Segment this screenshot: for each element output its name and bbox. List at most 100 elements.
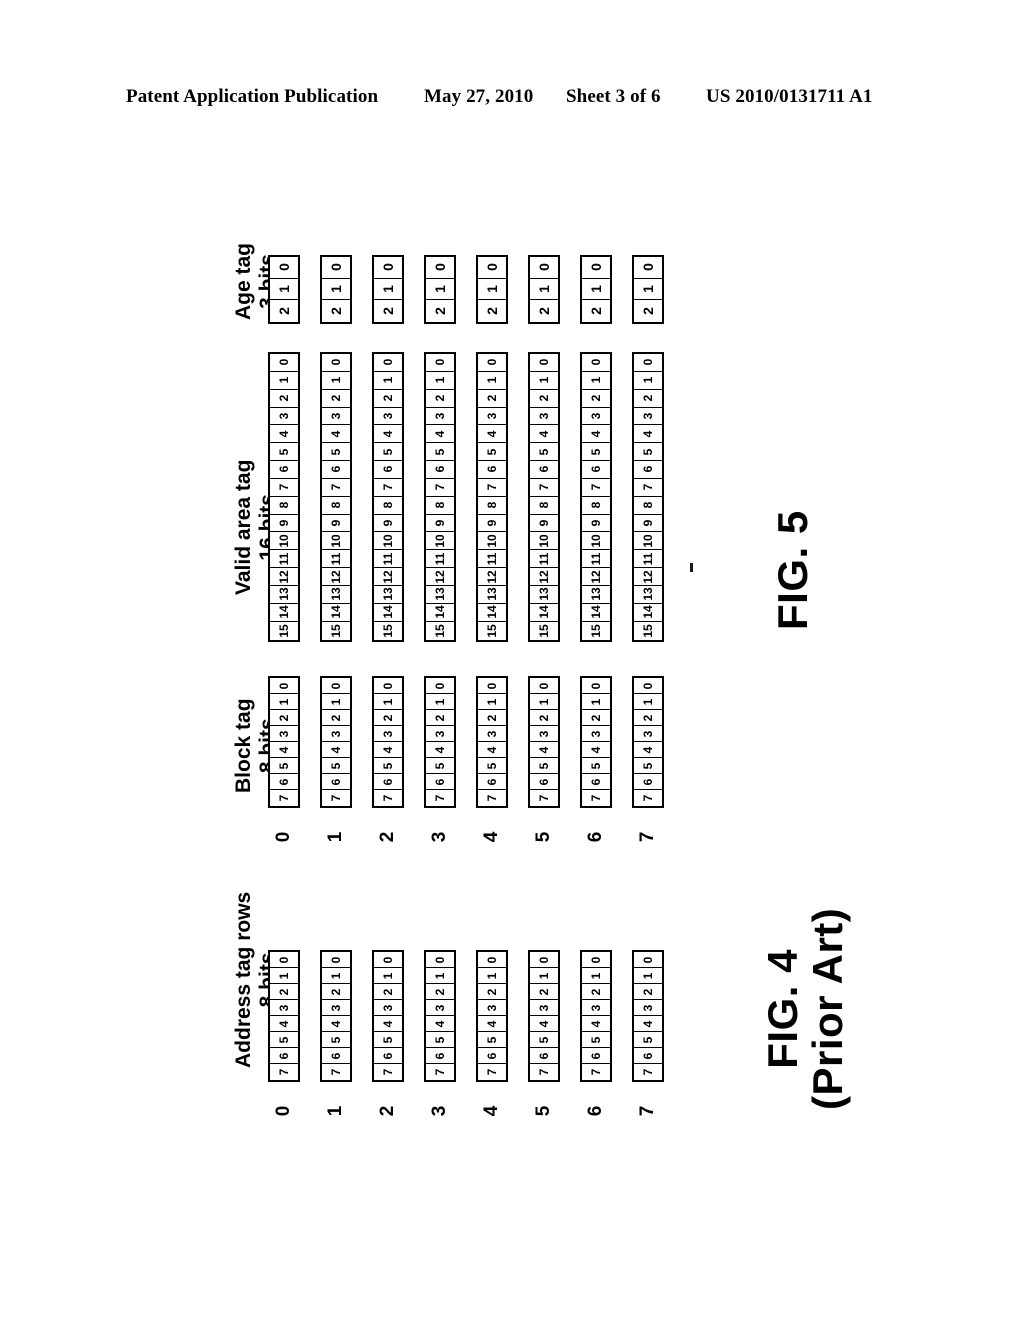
bit-cell: 6 — [582, 774, 610, 790]
bit-cell-label: 10 — [641, 534, 655, 548]
bit-cell: 8 — [374, 496, 402, 515]
bit-cell: 4 — [478, 1016, 506, 1032]
bit-cell-label: 4 — [433, 1020, 447, 1027]
bitfield-row: 0 1 2 3 4 5 6 7 — [632, 676, 664, 808]
bit-cell-label: 13 — [537, 587, 551, 602]
bit-cell: 10 — [374, 532, 402, 551]
bit-cell: 1 — [270, 694, 298, 710]
bitfield-row: 0 1 2 3 4 5 6 7 8 9 10 11 12 13 14 15 — [632, 352, 664, 642]
bit-cell-label: 6 — [433, 778, 447, 785]
bit-cell-label: 7 — [277, 483, 291, 491]
bitfield-row: 0 1 2 3 4 5 6 7 8 9 10 11 12 13 14 15 — [476, 352, 508, 642]
bit-cell: 1 — [270, 371, 298, 390]
bit-cell-label: 1 — [641, 972, 655, 979]
bit-cell: 0 — [478, 257, 506, 279]
bit-cell-label: 2 — [329, 394, 343, 402]
bit-cell-label: 0 — [433, 359, 447, 366]
bit-cell: 7 — [374, 790, 402, 806]
bit-cell-label: 8 — [433, 501, 447, 509]
row-index-label: 6 — [585, 1105, 606, 1117]
bit-cell-label: 5 — [641, 1036, 655, 1043]
bit-cell: 4 — [426, 742, 454, 758]
bit-cell: 13 — [270, 585, 298, 604]
bit-cell: 2 — [322, 300, 350, 322]
bit-cell: 3 — [426, 407, 454, 426]
bit-cell-label: 0 — [537, 956, 551, 963]
bit-cell-label: 9 — [277, 519, 291, 527]
bit-cell: 9 — [634, 514, 662, 533]
bitfield-row: 0 1 2 3 4 5 6 7 — [424, 950, 456, 1082]
bit-cell: 1 — [634, 968, 662, 984]
bit-cell: 12 — [374, 568, 402, 586]
bit-cell: 5 — [374, 443, 402, 462]
row-index-label: 7 — [637, 1105, 658, 1117]
bit-cell: 7 — [426, 1064, 454, 1080]
bit-cell: 11 — [322, 550, 350, 569]
bit-cell-label: 3 — [381, 1004, 395, 1011]
bit-cell-label: 5 — [433, 1036, 447, 1043]
bit-cell: 3 — [374, 1000, 402, 1016]
bit-cell-label: 5 — [641, 448, 655, 455]
bitfield-row: 0 1 2 3 4 5 6 7 8 9 10 11 12 13 14 15 — [580, 352, 612, 642]
bit-cell-label: 5 — [537, 762, 551, 769]
bit-cell: 0 — [270, 952, 298, 968]
bit-cell-label: 3 — [641, 730, 655, 737]
bit-cell: 0 — [270, 257, 298, 279]
bit-cell: 4 — [374, 1016, 402, 1032]
bit-cell: 14 — [582, 603, 610, 622]
bit-cell-label: 2 — [329, 714, 343, 721]
row-index-label: 1 — [325, 831, 346, 843]
figure-caption-fig4: FIG. 4 (Prior Art) — [759, 908, 851, 1110]
bit-cell-label: 0 — [433, 682, 447, 689]
bitfield-row: 0 1 2 3 4 5 6 7 8 9 10 11 12 13 14 15 — [424, 352, 456, 642]
bit-cell: 1 — [530, 694, 558, 710]
bit-cell-label: 15 — [589, 623, 603, 638]
row-index-label: 5 — [533, 831, 554, 843]
bit-cell: 3 — [374, 726, 402, 742]
row-index-label: 6 — [585, 831, 606, 843]
bit-cell-label: 3 — [537, 1004, 551, 1011]
bit-cell-label: 1 — [277, 698, 291, 705]
bit-cell-label: 4 — [589, 1020, 603, 1027]
bit-cell-label: 3 — [485, 1004, 499, 1011]
bit-cell-label: 2 — [485, 714, 499, 721]
bit-cell: 5 — [374, 758, 402, 774]
bit-cell: 0 — [478, 354, 506, 372]
bit-cell: 0 — [322, 952, 350, 968]
bit-cell-label: 1 — [536, 285, 552, 293]
bit-cell: 5 — [478, 758, 506, 774]
bit-cell: 0 — [634, 678, 662, 694]
bit-cell-label: 6 — [381, 778, 395, 785]
bit-cell-label: 9 — [433, 519, 447, 527]
bit-cell: 1 — [426, 694, 454, 710]
bit-cell: 1 — [530, 968, 558, 984]
bit-cell: 10 — [270, 532, 298, 551]
bit-cell-label: 9 — [641, 519, 655, 527]
bit-cell-label: 4 — [485, 746, 499, 753]
bit-cell-label: 7 — [641, 483, 655, 491]
bit-cell-label: 0 — [329, 359, 343, 366]
bit-cell-label: 6 — [641, 466, 655, 473]
bit-cell-label: 0 — [277, 956, 291, 963]
bit-cell: 7 — [530, 790, 558, 806]
bit-cell-label: 11 — [433, 552, 447, 566]
bit-cell: 2 — [530, 984, 558, 1000]
bit-cell: 12 — [322, 568, 350, 586]
bit-cell: 6 — [322, 461, 350, 479]
bit-cell-label: 1 — [589, 376, 603, 384]
bit-cell-label: 14 — [641, 605, 655, 619]
bit-cell: 7 — [582, 478, 610, 497]
bit-cell-label: 1 — [433, 376, 447, 384]
bit-cell: 5 — [530, 758, 558, 774]
bit-cell: 11 — [478, 550, 506, 569]
bit-cell: 2 — [582, 389, 610, 408]
bit-cell: 2 — [374, 984, 402, 1000]
bit-cell: 9 — [426, 514, 454, 533]
bit-cell-label: 15 — [329, 623, 343, 638]
bit-cell-label: 5 — [433, 448, 447, 455]
bit-cell: 5 — [426, 443, 454, 462]
bit-cell: 13 — [322, 585, 350, 604]
bit-cell-label: 2 — [277, 394, 291, 402]
bit-cell: 1 — [478, 371, 506, 390]
bitfield-row: 0 1 2 3 4 5 6 7 — [632, 950, 664, 1082]
